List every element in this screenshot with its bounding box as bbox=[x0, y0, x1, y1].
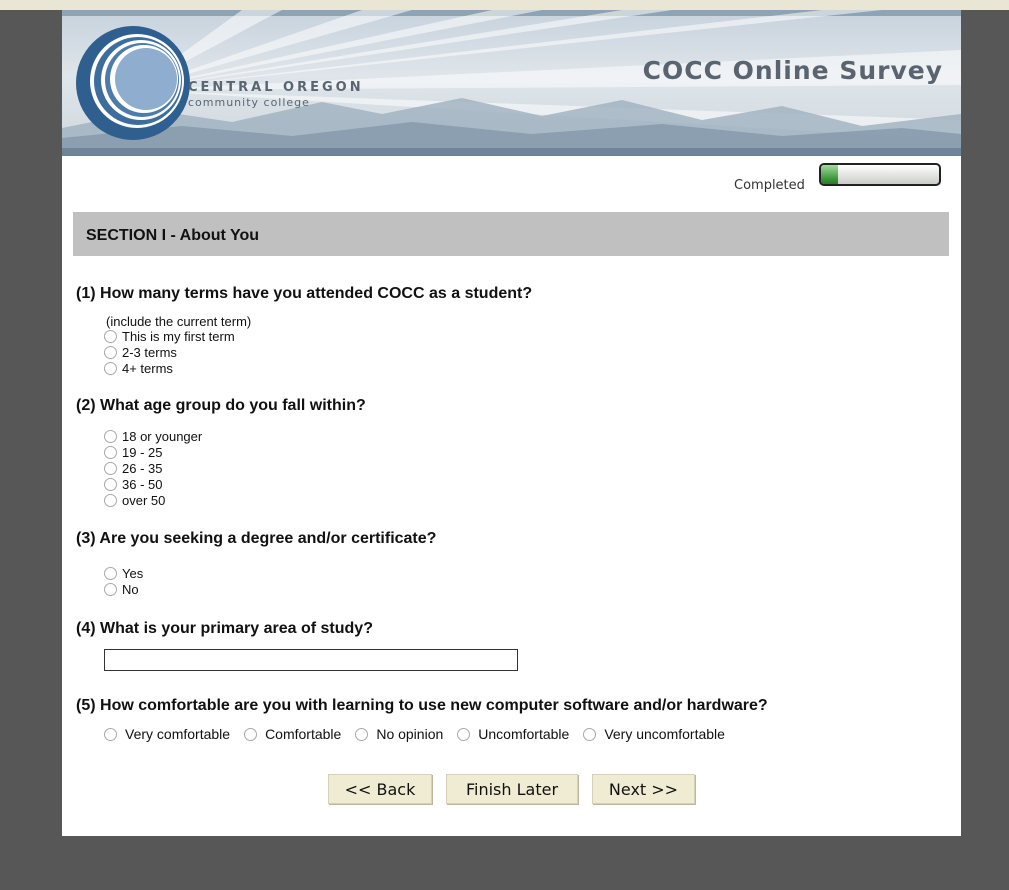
radio-option[interactable]: 2-3 terms bbox=[104, 344, 177, 360]
radio-button[interactable] bbox=[104, 582, 117, 596]
comfort-options: Very comfortable Comfortable No opinion … bbox=[104, 726, 739, 742]
next-button[interactable]: Next >> bbox=[592, 774, 695, 804]
option-label: No opinion bbox=[376, 726, 444, 742]
option-label: 36 - 50 bbox=[122, 476, 163, 492]
college-name-line1: CENTRAL OREGON bbox=[188, 80, 364, 95]
question-text: What age group do you fall within? bbox=[100, 397, 366, 414]
question-number: (3) bbox=[76, 530, 96, 547]
finish-later-button[interactable]: Finish Later bbox=[446, 774, 578, 804]
banner-bottom-stripe bbox=[62, 148, 961, 156]
option-label: Yes bbox=[122, 565, 144, 581]
college-name-line2: community college bbox=[188, 96, 310, 109]
section-title: SECTION I - About You bbox=[86, 227, 260, 244]
radio-option[interactable]: 19 - 25 bbox=[104, 444, 162, 460]
radio-button[interactable] bbox=[104, 445, 117, 459]
radio-option[interactable]: 26 - 35 bbox=[104, 460, 162, 476]
header-banner: CENTRAL OREGON community college COCC On… bbox=[62, 10, 961, 156]
progress-fill bbox=[821, 165, 838, 184]
option-label: Very comfortable bbox=[125, 726, 231, 742]
option-label: 18 or younger bbox=[122, 428, 203, 444]
progress-label: Completed bbox=[734, 178, 805, 193]
question-text: How many terms have you attended COCC as… bbox=[100, 285, 533, 302]
radio-option[interactable]: Uncomfortable bbox=[457, 726, 569, 742]
page-background: CENTRAL OREGON community college COCC On… bbox=[0, 10, 1009, 890]
question-5-title: (5) How comfortable are you with learnin… bbox=[76, 697, 768, 715]
question-text: What is your primary area of study? bbox=[100, 620, 373, 637]
survey-page: CENTRAL OREGON community college COCC On… bbox=[62, 10, 961, 836]
option-label: 26 - 35 bbox=[122, 460, 163, 476]
option-label: Comfortable bbox=[265, 726, 342, 742]
area-of-study-input[interactable] bbox=[104, 649, 518, 671]
option-label: Very uncomfortable bbox=[604, 726, 725, 742]
college-logo-icon bbox=[76, 26, 190, 140]
option-label: No bbox=[122, 581, 139, 597]
radio-button[interactable] bbox=[355, 727, 369, 741]
radio-option[interactable]: Yes bbox=[104, 565, 143, 581]
survey-title: COCC Online Survey bbox=[642, 56, 943, 85]
option-label: 2-3 terms bbox=[122, 344, 177, 360]
radio-option[interactable]: 18 or younger bbox=[104, 428, 202, 444]
question-3-title: (3) Are you seeking a degree and/or cert… bbox=[76, 530, 436, 548]
question-2-title: (2) What age group do you fall within? bbox=[76, 397, 366, 415]
radio-button[interactable] bbox=[457, 727, 471, 741]
option-label: 19 - 25 bbox=[122, 444, 163, 460]
radio-button[interactable] bbox=[104, 477, 117, 491]
radio-option[interactable]: 36 - 50 bbox=[104, 476, 162, 492]
radio-option[interactable]: Very uncomfortable bbox=[583, 726, 725, 742]
radio-button[interactable] bbox=[104, 493, 117, 507]
radio-button[interactable] bbox=[104, 361, 117, 375]
radio-option[interactable]: No opinion bbox=[355, 726, 443, 742]
radio-button[interactable] bbox=[104, 329, 117, 343]
option-label: This is my first term bbox=[122, 328, 235, 344]
option-label: Uncomfortable bbox=[478, 726, 570, 742]
radio-option[interactable]: over 50 bbox=[104, 492, 165, 508]
question-text: How comfortable are you with learning to… bbox=[100, 697, 768, 714]
radio-option[interactable]: Comfortable bbox=[244, 726, 341, 742]
radio-button[interactable] bbox=[104, 429, 117, 443]
radio-button[interactable] bbox=[244, 727, 258, 741]
question-4-title: (4) What is your primary area of study? bbox=[76, 620, 373, 638]
radio-option[interactable]: Very comfortable bbox=[104, 726, 230, 742]
radio-button[interactable] bbox=[104, 345, 117, 359]
question-text: Are you seeking a degree and/or certific… bbox=[99, 530, 437, 547]
radio-option[interactable]: No bbox=[104, 581, 139, 597]
question-number: (1) bbox=[76, 285, 96, 302]
radio-button[interactable] bbox=[104, 727, 117, 741]
option-label: 4+ terms bbox=[122, 360, 173, 376]
question-number: (4) bbox=[76, 620, 96, 637]
progress-bar bbox=[819, 163, 941, 186]
question-1-title: (1) How many terms have you attended COC… bbox=[76, 285, 532, 303]
question-1-note: (include the current term) bbox=[106, 314, 252, 329]
radio-button[interactable] bbox=[583, 727, 597, 741]
question-number: (2) bbox=[76, 397, 96, 414]
radio-option[interactable]: 4+ terms bbox=[104, 360, 173, 376]
section-header: SECTION I - About You bbox=[73, 212, 949, 256]
option-label: over 50 bbox=[122, 492, 166, 508]
back-button[interactable]: << Back bbox=[328, 774, 432, 804]
radio-button[interactable] bbox=[104, 461, 117, 475]
radio-button[interactable] bbox=[104, 566, 117, 580]
question-number: (5) bbox=[76, 697, 96, 714]
radio-option[interactable]: This is my first term bbox=[104, 328, 235, 344]
